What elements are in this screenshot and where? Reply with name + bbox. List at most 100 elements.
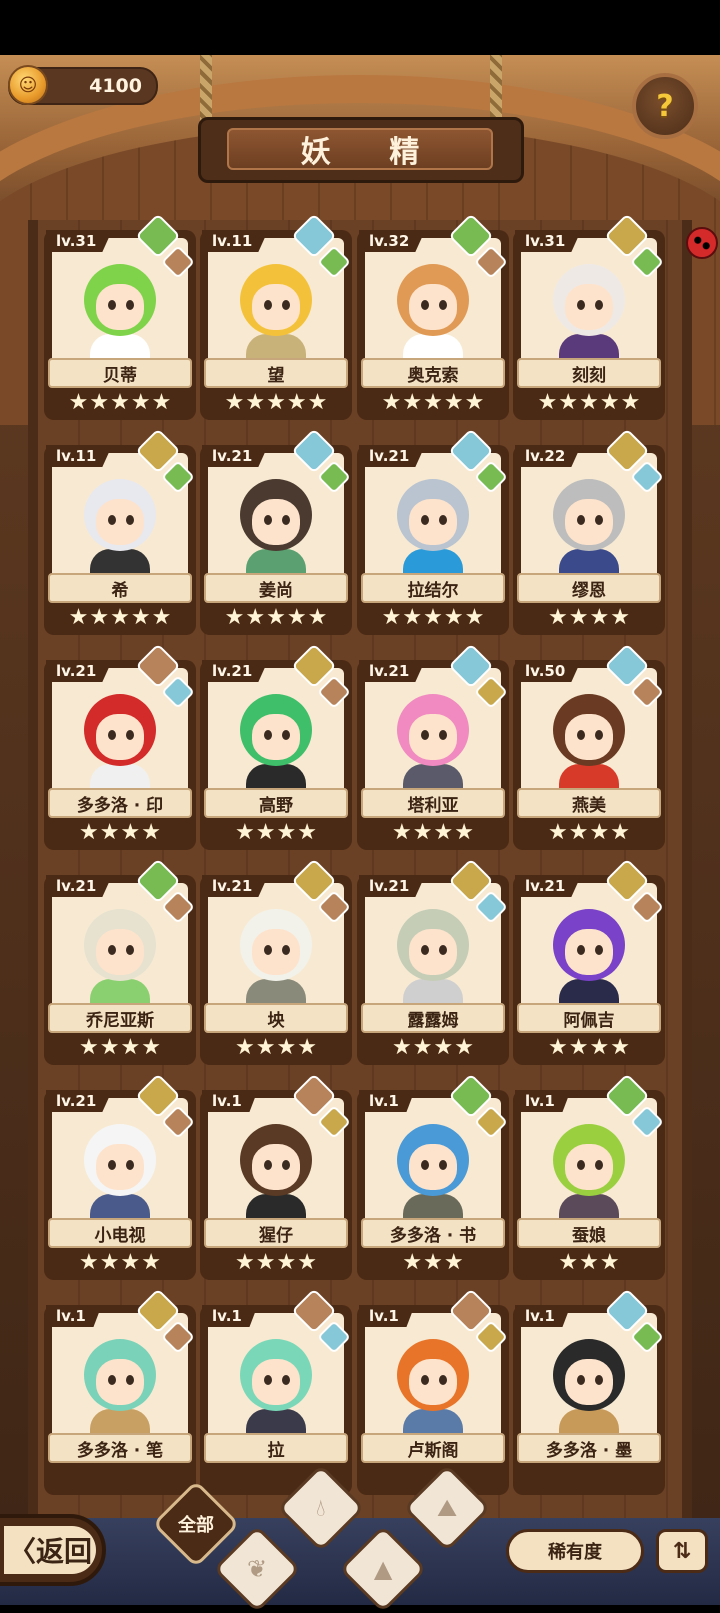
name-ribbon: 多多洛 · 笔: [48, 1433, 192, 1463]
fairy-card[interactable]: lv.22 缪恩 ★ ★ ★ ★: [513, 428, 665, 643]
star-icon: ★: [589, 1035, 610, 1060]
card-name: 卢斯阁: [407, 1440, 459, 1461]
fairy-card[interactable]: lv.1 多多洛 · 墨: [513, 1288, 665, 1503]
fairy-card[interactable]: lv.32 奥克索 ★ ★ ★ ★ ★: [357, 213, 509, 428]
level-badge: lv.31: [515, 230, 582, 252]
star-icon: ★: [130, 605, 151, 630]
fairy-card[interactable]: lv.21 坱 ★ ★ ★ ★: [200, 858, 352, 1073]
portrait-eye: [264, 515, 272, 525]
sprout-icon: ❦: [246, 1554, 268, 1583]
fairy-card[interactable]: lv.21 塔利亚 ★ ★ ★ ★: [357, 643, 509, 858]
fairy-card[interactable]: lv.21 小电视 ★ ★ ★ ★: [44, 1073, 196, 1288]
portrait-eye: [108, 945, 116, 955]
portrait-eye: [439, 730, 447, 740]
portrait-face: [565, 929, 613, 975]
star-icon: ★: [558, 390, 579, 415]
card-name: 望: [267, 365, 285, 386]
sort-order-button[interactable]: ⇅: [656, 1529, 708, 1573]
fairy-card[interactable]: lv.21 拉结尔 ★ ★ ★ ★ ★: [357, 428, 509, 643]
name-ribbon: 蚕娘: [517, 1218, 661, 1248]
level-badge: lv.21: [46, 660, 113, 682]
portrait-eye: [577, 515, 585, 525]
card-name: 奥克索: [407, 365, 459, 386]
fairy-card[interactable]: lv.1 卢斯阁: [357, 1288, 509, 1503]
star-rating: ★ ★ ★ ★: [357, 1035, 509, 1061]
card-name: 露露姆: [407, 1010, 459, 1031]
fairy-card[interactable]: lv.1 多多洛 · 笔: [44, 1288, 196, 1503]
portrait-eye: [421, 1160, 429, 1170]
star-icon: ★: [402, 605, 423, 630]
fairy-card[interactable]: lv.21 阿佩吉 ★ ★ ★ ★: [513, 858, 665, 1073]
name-ribbon: 露露姆: [361, 1003, 505, 1033]
star-icon: ★: [464, 605, 485, 630]
sort-icon: ⇅: [672, 1538, 692, 1564]
portrait-eye: [264, 730, 272, 740]
fairy-card[interactable]: lv.21 高野 ★ ★ ★ ★: [200, 643, 352, 858]
star-rating: ★ ★ ★ ★: [200, 820, 352, 846]
star-icon: ★: [235, 1035, 255, 1060]
fairy-card[interactable]: lv.31 刻刻 ★ ★ ★ ★ ★: [513, 213, 665, 428]
fairy-card[interactable]: lv.1 猩仔 ★ ★ ★ ★: [200, 1073, 352, 1288]
star-rating: ★ ★ ★ ★: [200, 1250, 352, 1276]
card-name: 坱: [267, 1010, 285, 1031]
star-icon: ★: [443, 390, 464, 415]
fairy-card[interactable]: lv.50 燕美 ★ ★ ★ ★: [513, 643, 665, 858]
star-icon: ★: [443, 605, 464, 630]
level-badge: lv.21: [359, 660, 426, 682]
star-icon: ★: [433, 1035, 454, 1060]
fairy-card[interactable]: lv.21 露露姆 ★ ★ ★ ★: [357, 858, 509, 1073]
star-icon: ★: [620, 390, 641, 415]
portrait-face: [252, 1359, 300, 1405]
rarity-sort-button[interactable]: 稀有度: [506, 1529, 644, 1573]
fairy-card[interactable]: lv.21 姜尚 ★ ★ ★ ★ ★: [200, 428, 352, 643]
star-icon: ★: [297, 1035, 317, 1060]
fairy-card[interactable]: lv.1 蚕娘 ★ ★ ★: [513, 1073, 665, 1288]
star-icon: ★: [266, 390, 286, 415]
question-icon: ?: [656, 88, 674, 124]
portrait-eye: [439, 945, 447, 955]
star-icon: ★: [120, 820, 141, 845]
portrait-eye: [282, 1375, 290, 1385]
portrait-face: [96, 499, 144, 545]
star-icon: ★: [307, 390, 328, 415]
fairy-card[interactable]: lv.21 多多洛 · 印 ★ ★ ★ ★: [44, 643, 196, 858]
portrait-eye: [421, 730, 429, 740]
portrait-eye: [282, 300, 290, 310]
name-ribbon: 多多洛 · 书: [361, 1218, 505, 1248]
filter-all-label: 全部: [178, 1515, 214, 1536]
portrait-eye: [421, 1375, 429, 1385]
portrait-eye: [264, 300, 272, 310]
star-icon: ★: [599, 1250, 620, 1275]
card-name: 多多洛 · 印: [76, 795, 164, 816]
star-icon: ★: [568, 1035, 589, 1060]
portrait-face: [565, 1359, 613, 1405]
card-name: 高野: [259, 795, 293, 816]
star-icon: ★: [120, 1035, 141, 1060]
star-rating: ★ ★ ★ ★ ★: [44, 605, 196, 631]
fairy-card[interactable]: lv.11 望 ★ ★ ★ ★ ★: [200, 213, 352, 428]
star-rating: ★ ★ ★ ★: [357, 820, 509, 846]
portrait-eye: [126, 515, 134, 525]
star-icon: ★: [454, 820, 474, 845]
portrait-eye: [577, 730, 585, 740]
level-badge: lv.1: [202, 1305, 258, 1327]
ladybug-icon: [686, 227, 718, 259]
star-rating: ★ ★ ★ ★: [513, 1035, 665, 1061]
fairy-card[interactable]: lv.1 多多洛 · 书 ★ ★ ★: [357, 1073, 509, 1288]
level-badge: lv.22: [515, 445, 582, 467]
help-button[interactable]: ?: [632, 73, 698, 139]
name-ribbon: 希: [48, 573, 192, 603]
card-name: 阿佩吉: [563, 1010, 615, 1031]
star-icon: ★: [381, 605, 402, 630]
back-button[interactable]: 〈返回: [0, 1514, 106, 1586]
mountain-icon: ⛰︎: [436, 1493, 458, 1522]
fairy-card[interactable]: lv.31 贝蒂 ★ ★ ★ ★ ★: [44, 213, 196, 428]
portrait-face: [409, 284, 457, 330]
star-icon: ★: [120, 1250, 141, 1275]
title-sign-plate: 妖 精: [227, 128, 493, 170]
fairy-card[interactable]: lv.11 希 ★ ★ ★ ★ ★: [44, 428, 196, 643]
star-icon: ★: [79, 1035, 99, 1060]
card-name: 拉: [267, 1440, 285, 1461]
fairy-card[interactable]: lv.21 乔尼亚斯 ★ ★ ★ ★: [44, 858, 196, 1073]
card-name: 希: [111, 580, 129, 601]
